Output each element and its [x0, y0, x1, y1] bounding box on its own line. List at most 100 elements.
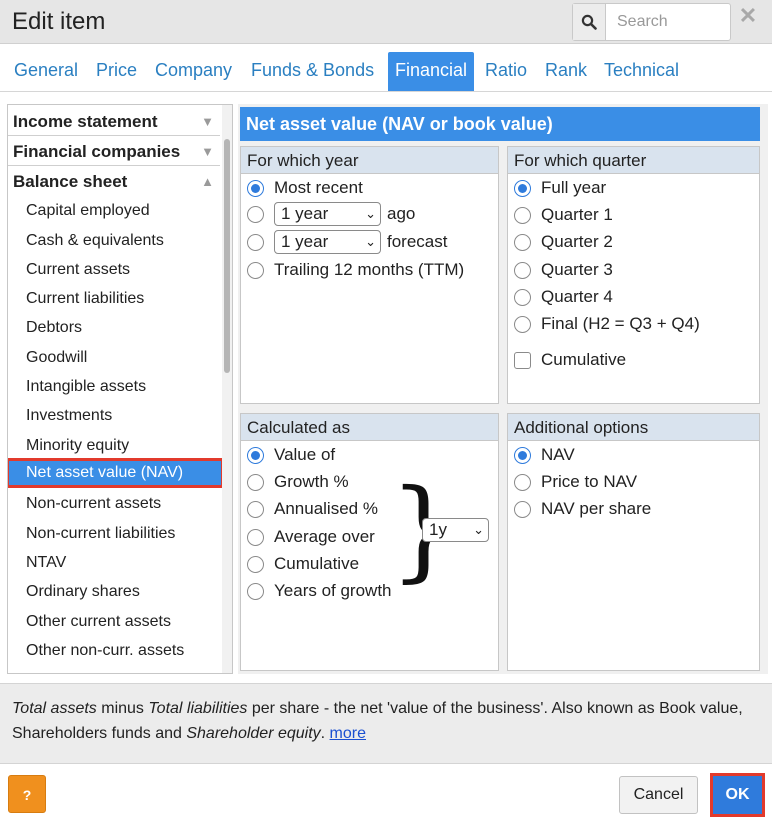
- option-cumulative-calc[interactable]: Cumulative: [247, 552, 359, 576]
- option-ttm[interactable]: Trailing 12 months (TTM): [247, 258, 464, 282]
- option-label: Growth %: [274, 472, 349, 491]
- tab-price[interactable]: Price: [89, 52, 144, 91]
- tab-bar: General Price Company Funds & Bonds Fina…: [0, 44, 772, 92]
- description-term: Total assets: [12, 700, 97, 717]
- radio[interactable]: [514, 233, 531, 251]
- radio-checked[interactable]: [514, 446, 531, 464]
- option-label: forecast: [387, 232, 448, 251]
- option-quarter-4[interactable]: Quarter 4: [514, 285, 613, 309]
- category-balance-sheet[interactable]: Balance sheet ▲: [8, 168, 220, 196]
- radio-checked[interactable]: [514, 179, 531, 197]
- search-input[interactable]: [607, 4, 730, 40]
- option-most-recent[interactable]: Most recent: [247, 176, 363, 200]
- item-description: Total assets minus Total liabilities per…: [0, 683, 772, 763]
- option-label: Years of growth: [274, 581, 392, 600]
- sidebar-item-current-liabilities[interactable]: Current liabilities: [26, 286, 144, 312]
- tab-financial[interactable]: Financial: [388, 52, 475, 91]
- sidebar-item-minority-equity[interactable]: Minority equity: [26, 433, 129, 459]
- cancel-button[interactable]: Cancel: [619, 776, 698, 814]
- forecast-select[interactable]: 1 year ⌄: [274, 230, 381, 254]
- radio[interactable]: [514, 288, 531, 306]
- option-label: Price to NAV: [541, 472, 638, 491]
- sidebar-item-goodwill[interactable]: Goodwill: [26, 345, 87, 371]
- search-icon[interactable]: [573, 4, 606, 40]
- more-link[interactable]: more: [330, 725, 366, 742]
- option-nav[interactable]: NAV: [514, 443, 575, 467]
- radio[interactable]: [247, 233, 264, 251]
- radio[interactable]: [247, 473, 264, 491]
- options-pane: Net asset value (NAV or book value) For …: [238, 104, 768, 674]
- radio[interactable]: [247, 528, 264, 546]
- option-label: Most recent: [274, 178, 363, 197]
- radio[interactable]: [247, 582, 264, 600]
- help-button[interactable]: ?: [8, 775, 46, 813]
- checkbox[interactable]: [514, 351, 531, 369]
- tab-technical[interactable]: Technical: [597, 52, 686, 91]
- years-ago-select[interactable]: 1 year ⌄: [274, 202, 381, 226]
- radio-checked[interactable]: [247, 446, 264, 464]
- ok-button[interactable]: OK: [710, 773, 765, 817]
- option-forecast[interactable]: 1 year ⌄ forecast: [247, 230, 447, 254]
- tab-ratio[interactable]: Ratio: [478, 52, 534, 91]
- panel-title: For which year: [241, 147, 498, 174]
- close-icon[interactable]: ✕: [737, 4, 759, 28]
- panel-which-quarter: For which quarter Full year Quarter 1 Qu…: [507, 146, 760, 404]
- tab-company[interactable]: Company: [148, 52, 239, 91]
- option-average-over[interactable]: Average over: [247, 525, 375, 549]
- sidebar-item-other-non-curr-assets[interactable]: Other non-curr. assets: [26, 638, 184, 664]
- sidebar-item-other-current-assets[interactable]: Other current assets: [26, 609, 171, 635]
- option-years-ago[interactable]: 1 year ⌄ ago: [247, 202, 415, 226]
- option-quarter-3[interactable]: Quarter 3: [514, 258, 613, 282]
- period-select[interactable]: 1y ⌄: [422, 518, 489, 542]
- sidebar-item-debtors[interactable]: Debtors: [26, 315, 82, 341]
- tab-general[interactable]: General: [7, 52, 85, 91]
- sidebar-item-nav-selected[interactable]: Net asset value (NAV): [8, 458, 224, 488]
- radio[interactable]: [514, 500, 531, 518]
- option-label: NAV per share: [541, 499, 652, 518]
- sidebar-item-investments[interactable]: Investments: [26, 403, 112, 429]
- select-value: 1y: [429, 520, 447, 539]
- scrollbar-thumb[interactable]: [224, 139, 230, 373]
- sidebar-item-ordinary-shares[interactable]: Ordinary shares: [26, 579, 140, 605]
- category-financial-companies[interactable]: Financial companies ▼: [8, 138, 220, 166]
- sidebar-item-current-assets[interactable]: Current assets: [26, 257, 130, 283]
- option-label: Cumulative: [541, 350, 627, 369]
- radio[interactable]: [247, 500, 264, 518]
- radio[interactable]: [514, 315, 531, 333]
- radio[interactable]: [514, 261, 531, 279]
- sidebar-item-capital-employed[interactable]: Capital employed: [26, 198, 150, 224]
- radio[interactable]: [247, 261, 264, 279]
- option-nav-per-share[interactable]: NAV per share: [514, 497, 651, 521]
- option-value-of[interactable]: Value of: [247, 443, 335, 467]
- option-years-of-growth[interactable]: Years of growth: [247, 579, 392, 603]
- option-label: Cumulative: [274, 554, 360, 573]
- radio[interactable]: [514, 473, 531, 491]
- tab-rank[interactable]: Rank: [538, 52, 594, 91]
- panel-title: For which quarter: [508, 147, 759, 174]
- tab-funds-bonds[interactable]: Funds & Bonds: [244, 52, 381, 91]
- option-label: Annualised %: [274, 499, 378, 518]
- option-final-h2[interactable]: Final (H2 = Q3 + Q4): [514, 312, 700, 336]
- option-quarter-2[interactable]: Quarter 2: [514, 230, 613, 254]
- option-label: Value of: [274, 445, 336, 464]
- radio[interactable]: [247, 205, 264, 223]
- option-cumulative-quarter[interactable]: Cumulative: [514, 348, 626, 372]
- sidebar-item-cash-equivalents[interactable]: Cash & equivalents: [26, 228, 164, 254]
- radio-checked[interactable]: [247, 179, 264, 197]
- category-income-statement[interactable]: Income statement ▼: [8, 108, 220, 136]
- radio[interactable]: [247, 555, 264, 573]
- description-term: Total liabilities: [148, 700, 248, 717]
- sidebar-item-ntav[interactable]: NTAV: [26, 550, 66, 576]
- sidebar-item-non-current-liabilities[interactable]: Non-current liabilities: [26, 521, 175, 547]
- option-annualised[interactable]: Annualised %: [247, 497, 378, 521]
- chevron-down-icon: ⌄: [473, 522, 484, 537]
- sidebar-item-non-current-assets[interactable]: Non-current assets: [26, 491, 161, 517]
- option-full-year[interactable]: Full year: [514, 176, 606, 200]
- sidebar-scrollbar[interactable]: [222, 105, 232, 673]
- option-quarter-1[interactable]: Quarter 1: [514, 203, 613, 227]
- radio[interactable]: [514, 206, 531, 224]
- option-price-to-nav[interactable]: Price to NAV: [514, 470, 637, 494]
- triangle-down-icon: ▼: [201, 114, 214, 129]
- sidebar-item-intangible-assets[interactable]: Intangible assets: [26, 374, 146, 400]
- option-growth[interactable]: Growth %: [247, 470, 349, 494]
